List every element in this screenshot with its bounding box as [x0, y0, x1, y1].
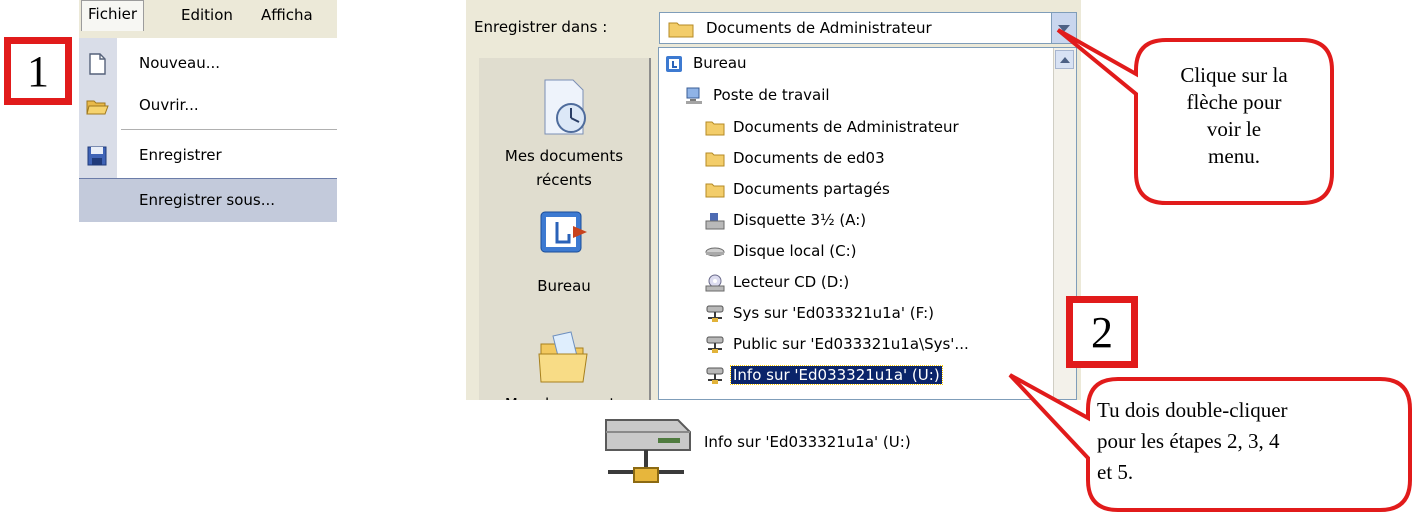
callout-double-click-text: Tu dois double-cliquer pour les étapes 2…	[1097, 397, 1407, 486]
callout-arrow-tip-text: Clique sur la flèche pour voir le menu.	[1138, 62, 1330, 170]
callout-line: pour les étapes 2, 3, 4	[1097, 429, 1280, 453]
callout-line: flèche pour	[1186, 90, 1282, 114]
callout-line: et 5.	[1097, 460, 1134, 484]
callout-line: voir le	[1206, 117, 1262, 141]
callout-line: menu.	[1208, 144, 1260, 168]
callout-line: Tu dois double-cliquer	[1097, 398, 1288, 422]
callout-line: Clique sur la	[1180, 63, 1288, 87]
